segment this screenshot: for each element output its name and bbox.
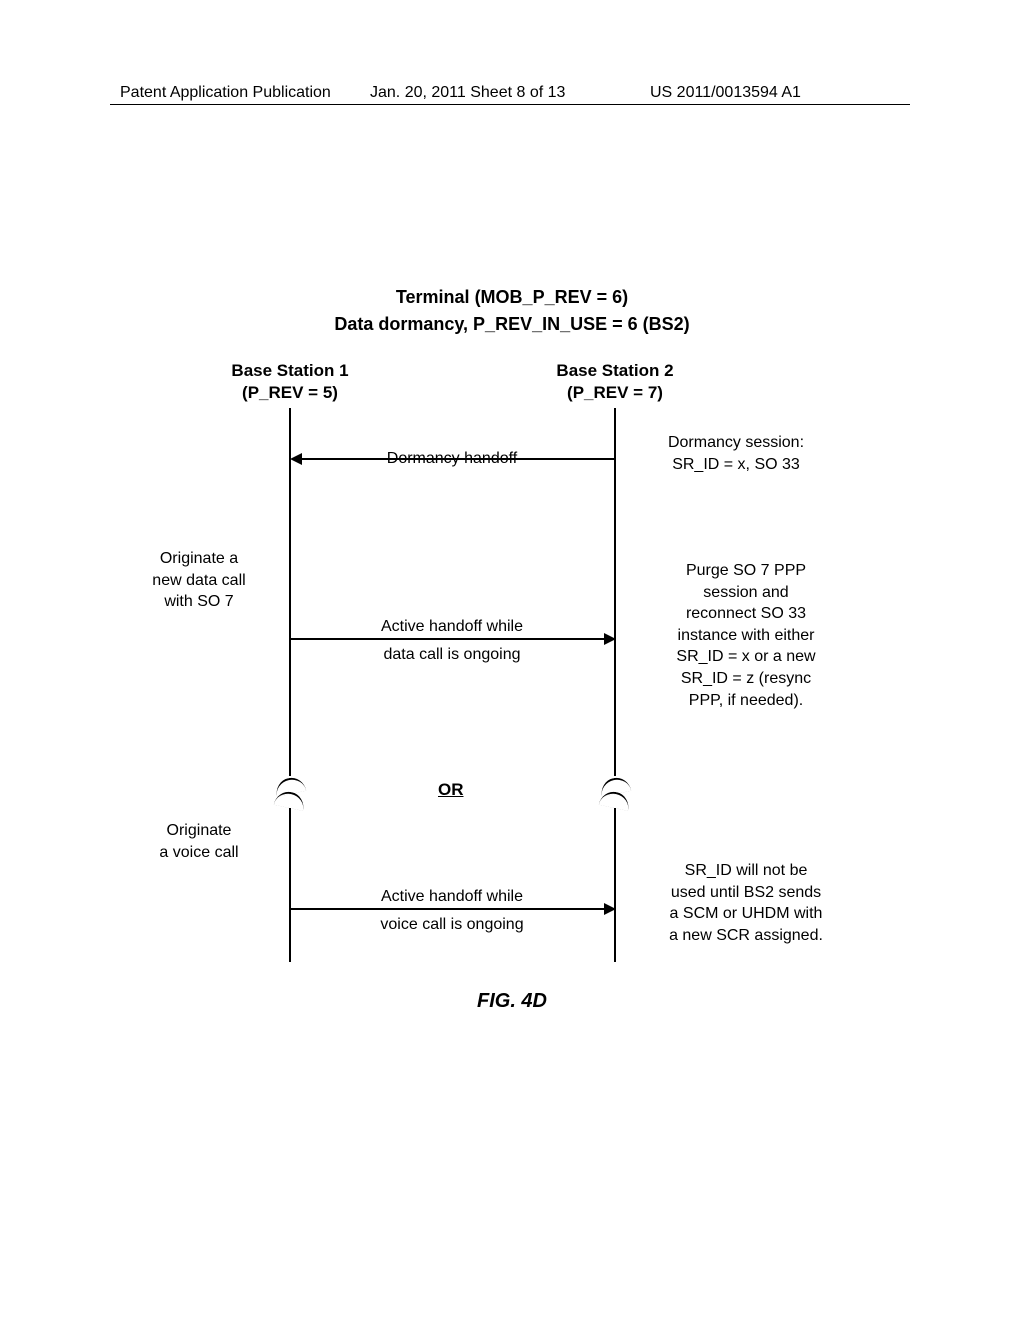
title-line-1: Terminal (MOB_P_REV = 6) <box>0 284 1024 311</box>
base-station-2-label: Base Station 2 (P_REV = 7) <box>530 360 700 404</box>
msg-active-handoff-voice-l1: Active handoff while <box>289 886 615 908</box>
title-line-2: Data dormancy, P_REV_IN_USE = 6 (BS2) <box>0 311 1024 338</box>
header-center: Jan. 20, 2011 Sheet 8 of 13 <box>370 84 565 102</box>
note-purge-ppp: Purge SO 7 PPPsession andreconnect SO 33… <box>636 560 856 711</box>
note-dormancy-session: Dormancy session:SR_ID = x, SO 33 <box>636 432 836 475</box>
msg-active-handoff-data-l1: Active handoff while <box>289 616 615 638</box>
note-originate-data-call: Originate anew data callwith SO 7 <box>119 548 279 613</box>
header-right: US 2011/0013594 A1 <box>650 84 801 102</box>
lifeline-bs1-lower <box>289 808 291 962</box>
bs2-rev: (P_REV = 7) <box>530 382 700 404</box>
diagram-title: Terminal (MOB_P_REV = 6) Data dormancy, … <box>0 284 1024 338</box>
bs1-rev: (P_REV = 5) <box>205 382 375 404</box>
arrow-active-handoff-data <box>291 638 604 640</box>
bs1-name: Base Station 1 <box>205 360 375 382</box>
msg-active-handoff-data-l2: data call is ongoing <box>289 644 615 666</box>
lifeline-bs2-lower <box>614 808 616 962</box>
arrow-active-handoff-voice <box>291 908 604 910</box>
lifeline-break-bs2 <box>600 778 630 814</box>
msg-dormancy-handoff-label: Dormancy handoff <box>289 448 615 470</box>
header-left: Patent Application Publication <box>120 84 331 102</box>
note-originate-voice-call: Originatea voice call <box>119 820 279 863</box>
base-station-1-label: Base Station 1 (P_REV = 5) <box>205 360 375 404</box>
figure-label: FIG. 4D <box>0 990 1024 1013</box>
header-rule <box>110 104 910 105</box>
or-label: OR <box>438 780 464 800</box>
page-root: Patent Application Publication Jan. 20, … <box>0 0 1024 1320</box>
lifeline-break-bs1 <box>275 778 305 814</box>
msg-active-handoff-voice-l2: voice call is ongoing <box>289 914 615 936</box>
bs2-name: Base Station 2 <box>530 360 700 382</box>
note-sr-id-not-used: SR_ID will not beused until BS2 sendsa S… <box>636 860 856 946</box>
